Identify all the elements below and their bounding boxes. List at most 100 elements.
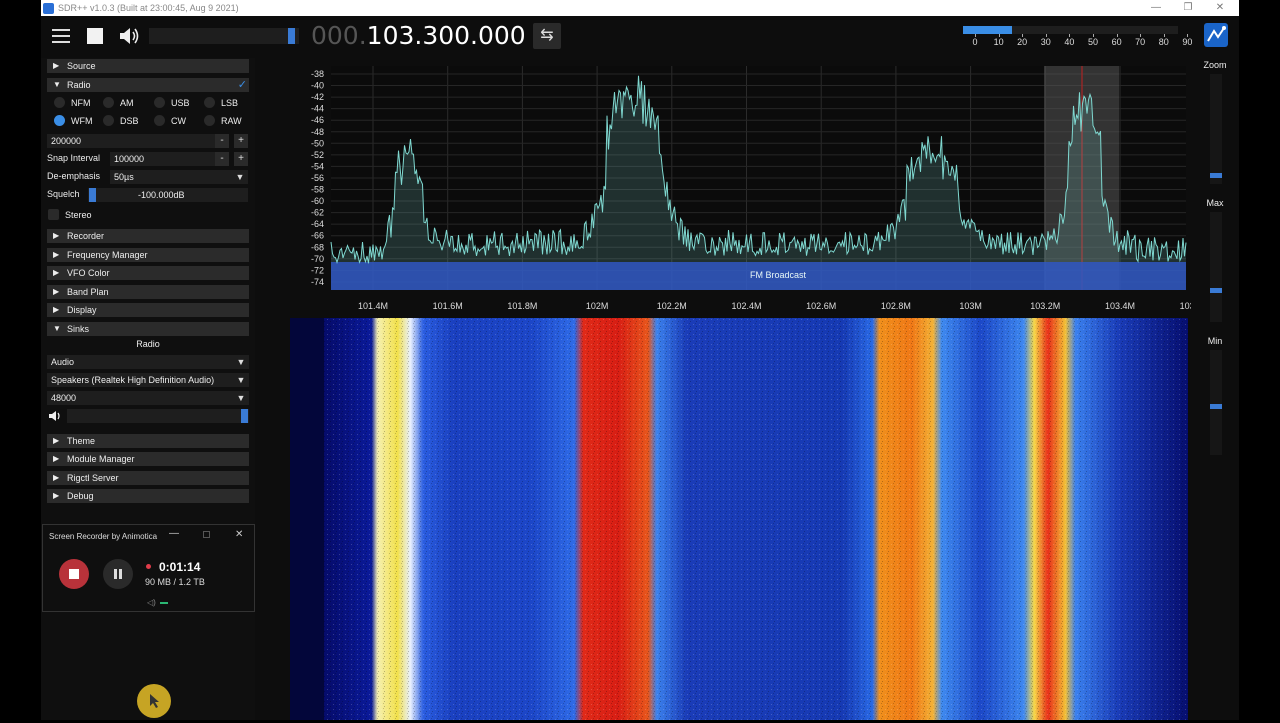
y-tick-label: -54 [311,161,324,171]
fft-spectrum[interactable]: 101.4M 101.6M 101.8M 102M 102.2M 102.4M 102.6M… [256,58,1210,314]
frequency-display[interactable]: 000.103.300.000 [311,20,526,52]
minimize-button[interactable]: — [1140,0,1172,16]
meter-tick-label: 0 [972,37,978,47]
sink-volume-grab[interactable] [241,409,248,423]
bandwidth-plus-button[interactable]: + [234,134,248,148]
mode-label-dsb: DSB [120,116,139,126]
menu-source-label: Source [67,61,96,71]
mode-label-cw: CW [171,116,186,126]
menu-theme[interactable]: ▶ Theme [47,434,249,448]
mode-label-lsb: LSB [221,98,239,108]
sink-volume-slider[interactable] [67,409,249,423]
sink-title: Radio [136,339,160,349]
zoom-slider[interactable] [1210,74,1222,184]
squelch-slider[interactable]: -100.000dB [88,188,248,202]
collapsed-arrow-icon: ▶ [53,473,60,482]
menu-recorder[interactable]: ▶ Recorder [47,229,249,243]
mode-radio-am[interactable] [103,97,114,108]
sink-device-select[interactable]: Speakers (Realtek High Definition Audio) [47,373,249,387]
title-bar: SDR++ v1.0.3 (Built at 23:00:45, Aug 9 2… [41,0,1239,16]
bandwidth-field[interactable]: 200000 [47,134,215,148]
recorder-minimize-button[interactable]: — [169,528,179,539]
y-tick-label: -64 [311,219,324,229]
snap-plus-button[interactable]: + [234,152,248,166]
stereo-checkbox[interactable] [48,209,59,220]
menu-source[interactable]: ▶ Source [47,59,249,73]
recorder-stop-button[interactable] [59,559,89,589]
y-tick-label: -66 [311,231,324,241]
menu-radio-label: Radio [67,80,91,90]
zoom-label: Zoom [1203,60,1227,70]
sink-mute-button[interactable] [47,409,63,423]
deemphasis-value: 50µs [114,172,134,182]
max-slider-grab[interactable] [1210,288,1222,293]
meter-tick-label: 70 [1135,37,1146,47]
sidebar: ▶ Source ▼ Radio ✓ NFM AM USB LSB WFM DSB CW RAW … [41,58,255,720]
mode-radio-usb[interactable] [154,97,165,108]
swap-vfo-button[interactable]: ⇆ [533,23,561,49]
menu-module-manager[interactable]: ▶ Module Manager [47,452,249,466]
hamburger-icon [52,29,70,43]
restore-button[interactable]: ❐ [1172,0,1204,16]
waterfall-display[interactable] [290,318,1188,720]
volume-slider-grab[interactable] [287,28,295,44]
sink-rate-select[interactable]: 48000 [47,391,249,405]
sdrpp-logo-icon[interactable] [1204,23,1228,47]
mute-button[interactable] [116,24,142,48]
mode-radio-wfm[interactable] [54,115,65,126]
collapsed-arrow-icon: ▶ [53,454,60,463]
meter-tick-label: 30 [1040,37,1051,47]
y-tick-label: -46 [311,115,324,125]
zoom-slider-grab[interactable] [1210,173,1222,178]
recorder-time: 0:01:14 [159,560,201,574]
menu-debug[interactable]: ▶ Debug [47,489,249,503]
meter-tick-label: 50 [1087,37,1099,47]
menu-display[interactable]: ▶ Display [47,303,249,317]
menu-theme-label: Theme [67,436,96,446]
menu-frequency-manager[interactable]: ▶ Frequency Manager [47,248,249,262]
recorder-close-button[interactable]: ✕ [235,529,243,540]
sdr-window: SDR++ v1.0.3 (Built at 23:00:45, Aug 9 2… [41,0,1239,720]
snap-interval-label: Snap Interval [47,153,101,163]
recorder-size: 90 MB / 1.2 TB [145,577,205,587]
y-tick-label: -56 [311,173,324,183]
x-tick-label: 101.6M [433,301,463,311]
squelch-grab[interactable] [89,188,96,202]
collapsed-arrow-icon: ▶ [53,268,60,277]
menu-button[interactable] [48,24,74,48]
min-slider-grab[interactable] [1210,404,1222,409]
right-panel: Zoom Max Min [1191,58,1239,720]
stop-button[interactable] [82,24,108,48]
mode-radio-lsb[interactable] [204,97,215,108]
meter-tick-label: 40 [1064,37,1075,47]
meter-tick [1093,34,1094,37]
max-slider[interactable] [1210,212,1222,322]
menu-rigctl-server[interactable]: ▶ Rigctl Server [47,471,249,485]
deemphasis-select[interactable]: 50µs [110,170,248,184]
recorder-maximize-button[interactable] [203,531,210,538]
mode-radio-cw[interactable] [154,115,165,126]
pause-icon [114,569,117,579]
menu-vfo-color[interactable]: ▶ VFO Color [47,266,249,280]
mode-radio-raw[interactable] [204,115,215,126]
menu-band-plan[interactable]: ▶ Band Plan [47,285,249,299]
menu-sinks[interactable]: ▼ Sinks [47,322,249,336]
sink-type-select[interactable]: Audio [47,355,249,369]
y-tick-label: -72 [311,265,324,275]
close-button[interactable]: ✕ [1204,0,1236,16]
snap-interval-field[interactable]: 100000 [110,152,215,166]
menu-module-manager-label: Module Manager [67,454,135,464]
meter-tick-label: 10 [993,37,1004,47]
mode-radio-nfm[interactable] [54,97,65,108]
menu-radio[interactable]: ▼ Radio ✓ [47,78,249,92]
bandwidth-minus-button[interactable]: - [215,134,229,148]
menu-frequency-manager-label: Frequency Manager [67,250,148,260]
screen-recorder-widget: Screen Recorder by Animotica — ✕ 0:01:14… [42,524,255,612]
snap-minus-button[interactable]: - [215,152,229,166]
min-slider[interactable] [1210,350,1222,455]
volume-slider[interactable] [149,28,299,44]
recorder-pause-button[interactable] [103,559,133,589]
meter-tick-label: 60 [1111,37,1122,47]
mode-radio-dsb[interactable] [103,115,114,126]
menu-sinks-label: Sinks [67,324,90,334]
